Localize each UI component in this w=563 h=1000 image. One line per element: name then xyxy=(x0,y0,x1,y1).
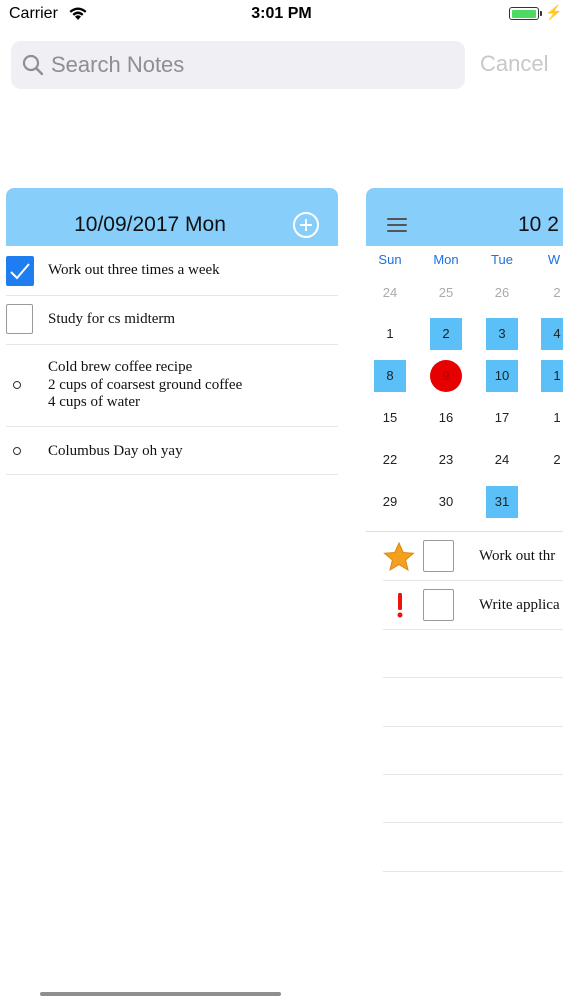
empty-row-divider xyxy=(383,677,563,678)
note-text: 4 cups of water xyxy=(48,394,141,410)
task-divider xyxy=(383,629,563,630)
calendar-day[interactable]: 3 xyxy=(486,318,518,350)
search-input[interactable] xyxy=(51,48,451,82)
home-indicator[interactable] xyxy=(40,992,281,996)
note-text: 2 cups of coarsest ground coffee xyxy=(48,376,243,393)
bullet-icon xyxy=(13,381,21,389)
note-text: Study for cs midterm xyxy=(48,311,176,327)
star-icon xyxy=(383,541,415,572)
exclamation-icon xyxy=(394,590,406,620)
status-time: 3:01 PM xyxy=(251,5,312,22)
calendar-day[interactable]: 2 xyxy=(430,318,462,350)
checkmark-icon xyxy=(10,263,30,280)
cancel-button[interactable]: Cancel xyxy=(480,51,548,77)
battery-tip xyxy=(540,11,542,16)
note-text: Work out three times a week xyxy=(48,262,220,278)
task-text: Work out thr xyxy=(479,548,556,564)
calendar-day[interactable]: 1 xyxy=(541,402,563,434)
add-note-icon[interactable] xyxy=(292,211,320,239)
calendar-day[interactable]: 30 xyxy=(430,486,462,518)
empty-row-divider xyxy=(383,871,563,872)
calendar-day[interactable] xyxy=(541,486,563,518)
calendar-day[interactable]: 26 xyxy=(486,277,518,309)
calendar-day[interactable]: 4 xyxy=(541,318,563,350)
calendar-day-today[interactable]: 9 xyxy=(430,360,462,392)
checkbox-unchecked[interactable] xyxy=(6,304,33,334)
task-divider xyxy=(383,580,563,581)
calendar-day[interactable]: 17 xyxy=(486,402,518,434)
calendar-day[interactable]: 1 xyxy=(374,318,406,350)
calendar-divider xyxy=(366,531,563,532)
empty-row-divider xyxy=(383,774,563,775)
calendar-day[interactable]: 24 xyxy=(374,277,406,309)
bullet-icon xyxy=(13,447,21,455)
empty-row-divider xyxy=(383,726,563,727)
task-checkbox[interactable] xyxy=(423,540,454,572)
task-checkbox[interactable] xyxy=(423,589,454,621)
menu-icon[interactable] xyxy=(387,218,407,232)
weekday-label: W xyxy=(547,252,561,267)
day-title: 10/09/2017 Mon xyxy=(74,213,226,236)
charging-icon: ⚡ xyxy=(545,4,563,20)
note-text: Cold brew coffee recipe xyxy=(48,359,193,375)
calendar-day[interactable]: 24 xyxy=(486,444,518,476)
calendar-day[interactable]: 22 xyxy=(374,444,406,476)
weekday-label: Tue xyxy=(491,252,513,267)
calendar-day[interactable]: 1 xyxy=(541,360,563,392)
calendar-day[interactable]: 23 xyxy=(430,444,462,476)
checkbox-checked[interactable] xyxy=(6,256,34,286)
weekday-label: Sun xyxy=(378,252,402,267)
weekday-label: Mon xyxy=(433,252,459,267)
status-bar: Carrier 3:01 PM ⚡ xyxy=(0,0,563,30)
calendar-title: 10 2 xyxy=(518,213,559,236)
calendar-day[interactable]: 29 xyxy=(374,486,406,518)
calendar-day[interactable]: 16 xyxy=(430,402,462,434)
battery-icon xyxy=(509,7,539,20)
calendar-day[interactable]: 8 xyxy=(374,360,406,392)
calendar-day[interactable]: 10 xyxy=(486,360,518,392)
empty-row-divider xyxy=(383,822,563,823)
search-icon xyxy=(22,54,44,76)
calendar-day[interactable]: 25 xyxy=(430,277,462,309)
calendar-day[interactable]: 31 xyxy=(486,486,518,518)
note-text: Columbus Day oh yay xyxy=(48,443,183,459)
calendar-day[interactable]: 2 xyxy=(541,277,563,309)
calendar-day[interactable]: 15 xyxy=(374,402,406,434)
task-text: Write applica xyxy=(479,597,560,613)
calendar-day[interactable]: 2 xyxy=(541,444,563,476)
